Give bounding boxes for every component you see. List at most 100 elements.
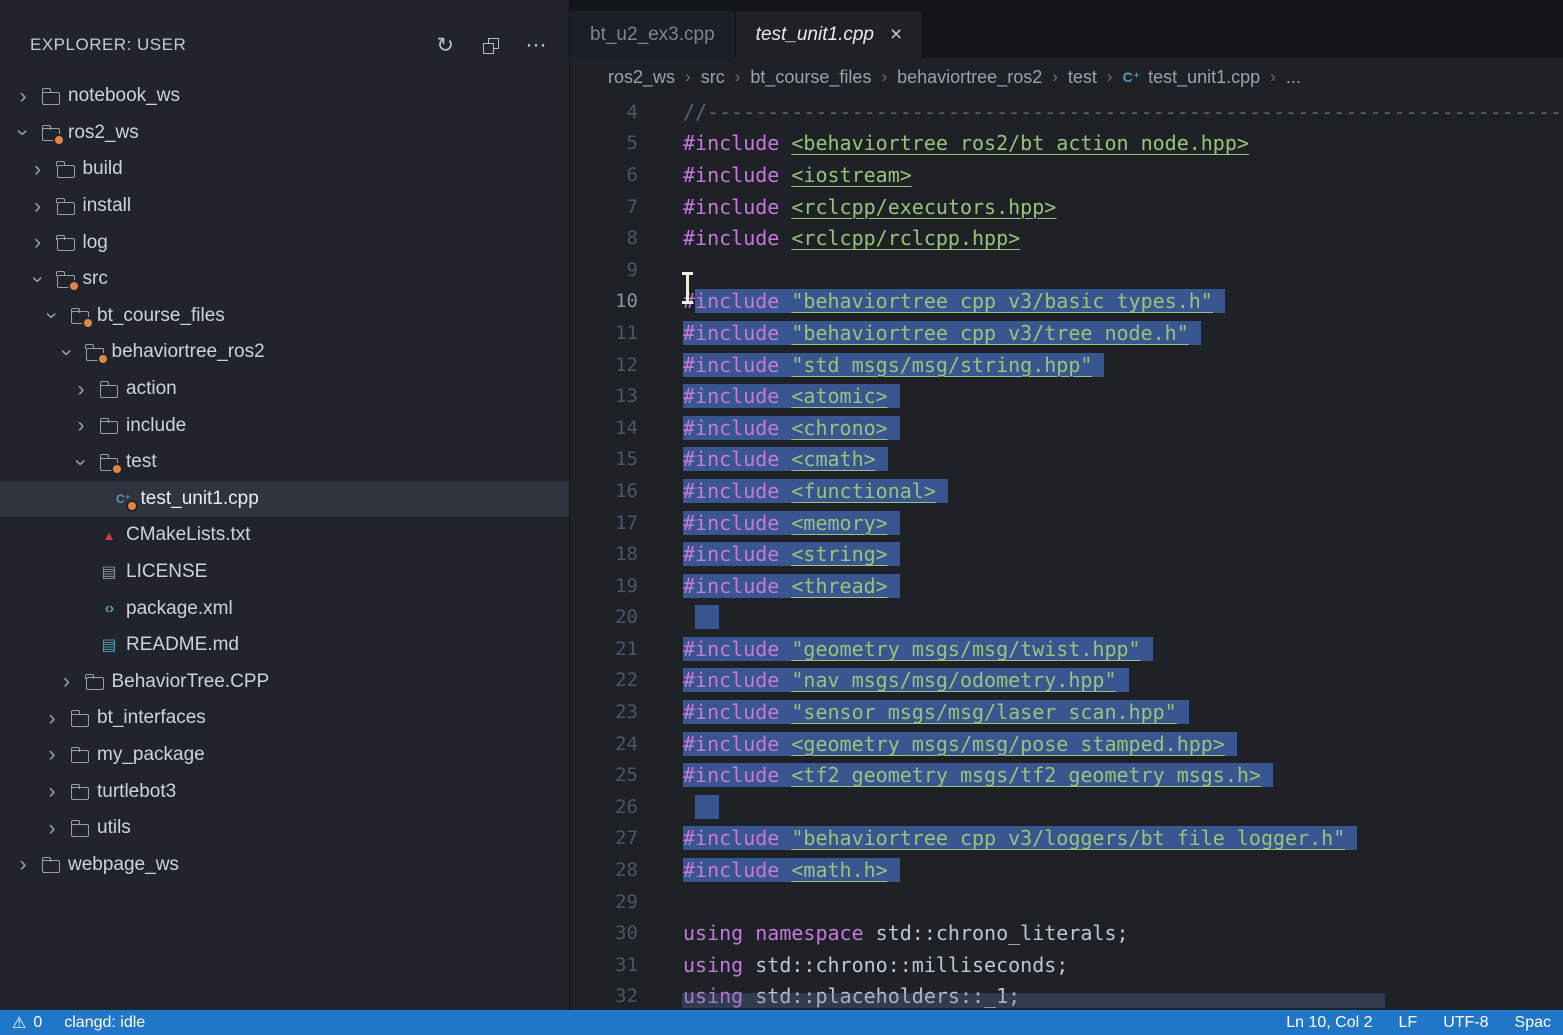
warnings-indicator[interactable]: ⚠0 [12,1013,42,1033]
code-line-7[interactable]: 7#include <rclcpp/executors.hpp> [570,191,1563,223]
tree-folder-utils[interactable]: ›utils [0,810,569,847]
breadcrumb-item-...[interactable]: ... [1286,67,1301,88]
code-line-15[interactable]: 15#include <cmath> [570,444,1563,476]
code-line-25[interactable]: 25#include <tf2_geometry_msgs/tf2_geomet… [570,759,1563,791]
code-line-20[interactable]: 20 [570,602,1563,634]
code-line-12[interactable]: 12#include "std_msgs/msg/string.hpp" [570,349,1563,381]
code-text [683,795,719,819]
tree-folder-test[interactable]: ›test [0,444,569,481]
tree-item-label: bt_interfaces [97,707,206,729]
cursor-position[interactable]: Ln 10, Col 2 [1286,1014,1372,1032]
folder-icon [56,196,76,216]
code-line-28[interactable]: 28 #include <math.h> [570,854,1563,886]
code-token: using [683,921,743,945]
breadcrumb: ros2_ws›src›bt_course_files›behaviortree… [570,58,1563,96]
code-editor[interactable]: 4//-------------------------------------… [570,96,1563,1010]
tree-folder-install[interactable]: ›install [0,188,569,225]
breadcrumb-separator-icon: › [1270,67,1276,87]
breadcrumb-item-ros2_ws[interactable]: ros2_ws [608,67,675,88]
code-token: "sensor_msgs/msg/laser_scan.hpp" [791,700,1176,724]
tree-item-label: build [83,158,123,180]
status-bar: ⚠0 clangd: idle Ln 10, Col 2 LF UTF-8 Spac [0,1010,1563,1035]
tree-file-CMakeLists.txt[interactable]: ▲CMakeLists.txt [0,517,569,554]
code-line-14[interactable]: 14#include <chrono> [570,412,1563,444]
tree-folder-build[interactable]: ›build [0,151,569,188]
code-line-5[interactable]: 5#include <behaviortree_ros2/bt_action_n… [570,128,1563,160]
more-actions-button[interactable]: ⋯ [526,35,548,56]
tree-folder-my_package[interactable]: ›my_package [0,737,569,774]
tree-file-README.md[interactable]: ▤README.md [0,627,569,664]
tree-folder-log[interactable]: ›log [0,224,569,261]
editor-group: bt_u2_ex3.cpptest_unit1.cpp× ros2_ws›src… [569,0,1563,1010]
code-line-30[interactable]: 30using namespace std::chrono_literals; [570,917,1563,949]
line-number: 28 [570,859,638,881]
tree-folder-bt_interfaces[interactable]: ›bt_interfaces [0,700,569,737]
code-line-6[interactable]: 6#include <iostream> [570,159,1563,191]
tab-test_unit1.cpp[interactable]: test_unit1.cpp× [736,11,924,58]
cpp-file-icon: C⁺ [114,489,134,509]
code-line-19[interactable]: 19#include <thread> [570,570,1563,602]
breadcrumb-item-test_unit1.cpp[interactable]: test_unit1.cpp [1148,67,1260,88]
tree-folder-BehaviorTree.CPP[interactable]: ›BehaviorTree.CPP [0,664,569,701]
code-line-9[interactable]: 9 [570,254,1563,286]
code-token: #include [683,479,779,503]
code-token: namespace [755,921,863,945]
code-text: #include <rclcpp/rclcpp.hpp> [683,226,1020,250]
code-line-24[interactable]: 24#include <geometry_msgs/msg/pose_stamp… [570,728,1563,760]
code-line-4[interactable]: 4//-------------------------------------… [570,96,1563,128]
code-token: #include [683,321,779,345]
code-token [779,511,791,535]
tree-folder-webpage_ws[interactable]: ›webpage_ws [0,846,569,883]
code-line-21[interactable]: 21#include "geometry_msgs/msg/twist.hpp" [570,633,1563,665]
tree-file-LICENSE[interactable]: ▤LICENSE [0,554,569,591]
code-line-22[interactable]: 22#include "nav_msgs/msg/odometry.hpp" [570,665,1563,697]
code-token: <rclcpp/executors.hpp> [791,195,1056,219]
code-line-26[interactable]: 26 [570,791,1563,823]
folder-icon [56,233,76,253]
code-line-17[interactable]: 17#include <memory> [570,507,1563,539]
tree-folder-notebook_ws[interactable]: ›notebook_ws [0,78,569,115]
breadcrumb-item-behaviortree_ros2[interactable]: behaviortree_ros2 [897,67,1042,88]
tree-folder-include[interactable]: ›include [0,407,569,444]
close-tab-icon[interactable]: × [890,23,902,47]
tree-folder-ros2_ws[interactable]: ›ros2_ws [0,115,569,152]
horizontal-scrollbar[interactable] [682,993,1385,1008]
code-text: #include <thread> [683,574,900,598]
tab-bt_u2_ex3.cpp[interactable]: bt_u2_ex3.cpp [570,11,736,58]
code-line-10[interactable]: 10#include "behaviortree_cpp_v3/basic_ty… [570,286,1563,318]
code-token: //--------------------------------------… [683,100,1563,124]
code-line-23[interactable]: 23#include "sensor_msgs/msg/laser_scan.h… [570,696,1563,728]
code-token: <functional> [791,479,936,503]
tree-folder-action[interactable]: ›action [0,371,569,408]
tree-file-test_unit1.cpp[interactable]: C⁺test_unit1.cpp [0,481,569,518]
code-line-13[interactable]: 13#include <atomic> [570,380,1563,412]
eol-sequence[interactable]: LF [1399,1014,1418,1032]
tree-file-package.xml[interactable]: ‹›package.xml [0,590,569,627]
tree-folder-turtlebot3[interactable]: ›turtlebot3 [0,773,569,810]
clangd-status[interactable]: clangd: idle [64,1014,145,1032]
tree-folder-src[interactable]: ›src [0,261,569,298]
tree-folder-bt_course_files[interactable]: ›bt_course_files [0,298,569,335]
code-text: #include <math.h> [683,858,900,882]
collapse-folders-button[interactable] [481,36,500,55]
breadcrumb-item-bt_course_files[interactable]: bt_course_files [750,67,871,88]
code-line-29[interactable]: 29 [570,886,1563,918]
refresh-explorer-button[interactable]: ↻ [436,35,454,56]
breadcrumb-item-test[interactable]: test [1068,67,1097,88]
code-token: "behaviortree_cpp_v3/tree_node.h" [791,321,1188,345]
code-line-16[interactable]: 16#include <functional> [570,475,1563,507]
code-line-8[interactable]: 8#include <rclcpp/rclcpp.hpp> [570,222,1563,254]
code-line-11[interactable]: 11#include "behaviortree_cpp_v3/tree_nod… [570,317,1563,349]
line-number: 9 [570,259,638,281]
indentation[interactable]: Spac [1515,1014,1551,1032]
breadcrumb-separator-icon: › [881,67,887,87]
chevron-right-icon: › [41,781,63,802]
code-line-18[interactable]: 18#include <string> [570,538,1563,570]
encoding[interactable]: UTF-8 [1443,1014,1488,1032]
breadcrumb-item-src[interactable]: src [701,67,725,88]
code-line-27[interactable]: 27#include "behaviortree_cpp_v3/loggers/… [570,823,1563,855]
tree-folder-behaviortree_ros2[interactable]: ›behaviortree_ros2 [0,334,569,371]
code-line-31[interactable]: 31using std::chrono::milliseconds; [570,949,1563,981]
folder-icon [70,306,90,326]
tree-item-label: bt_course_files [97,305,225,327]
